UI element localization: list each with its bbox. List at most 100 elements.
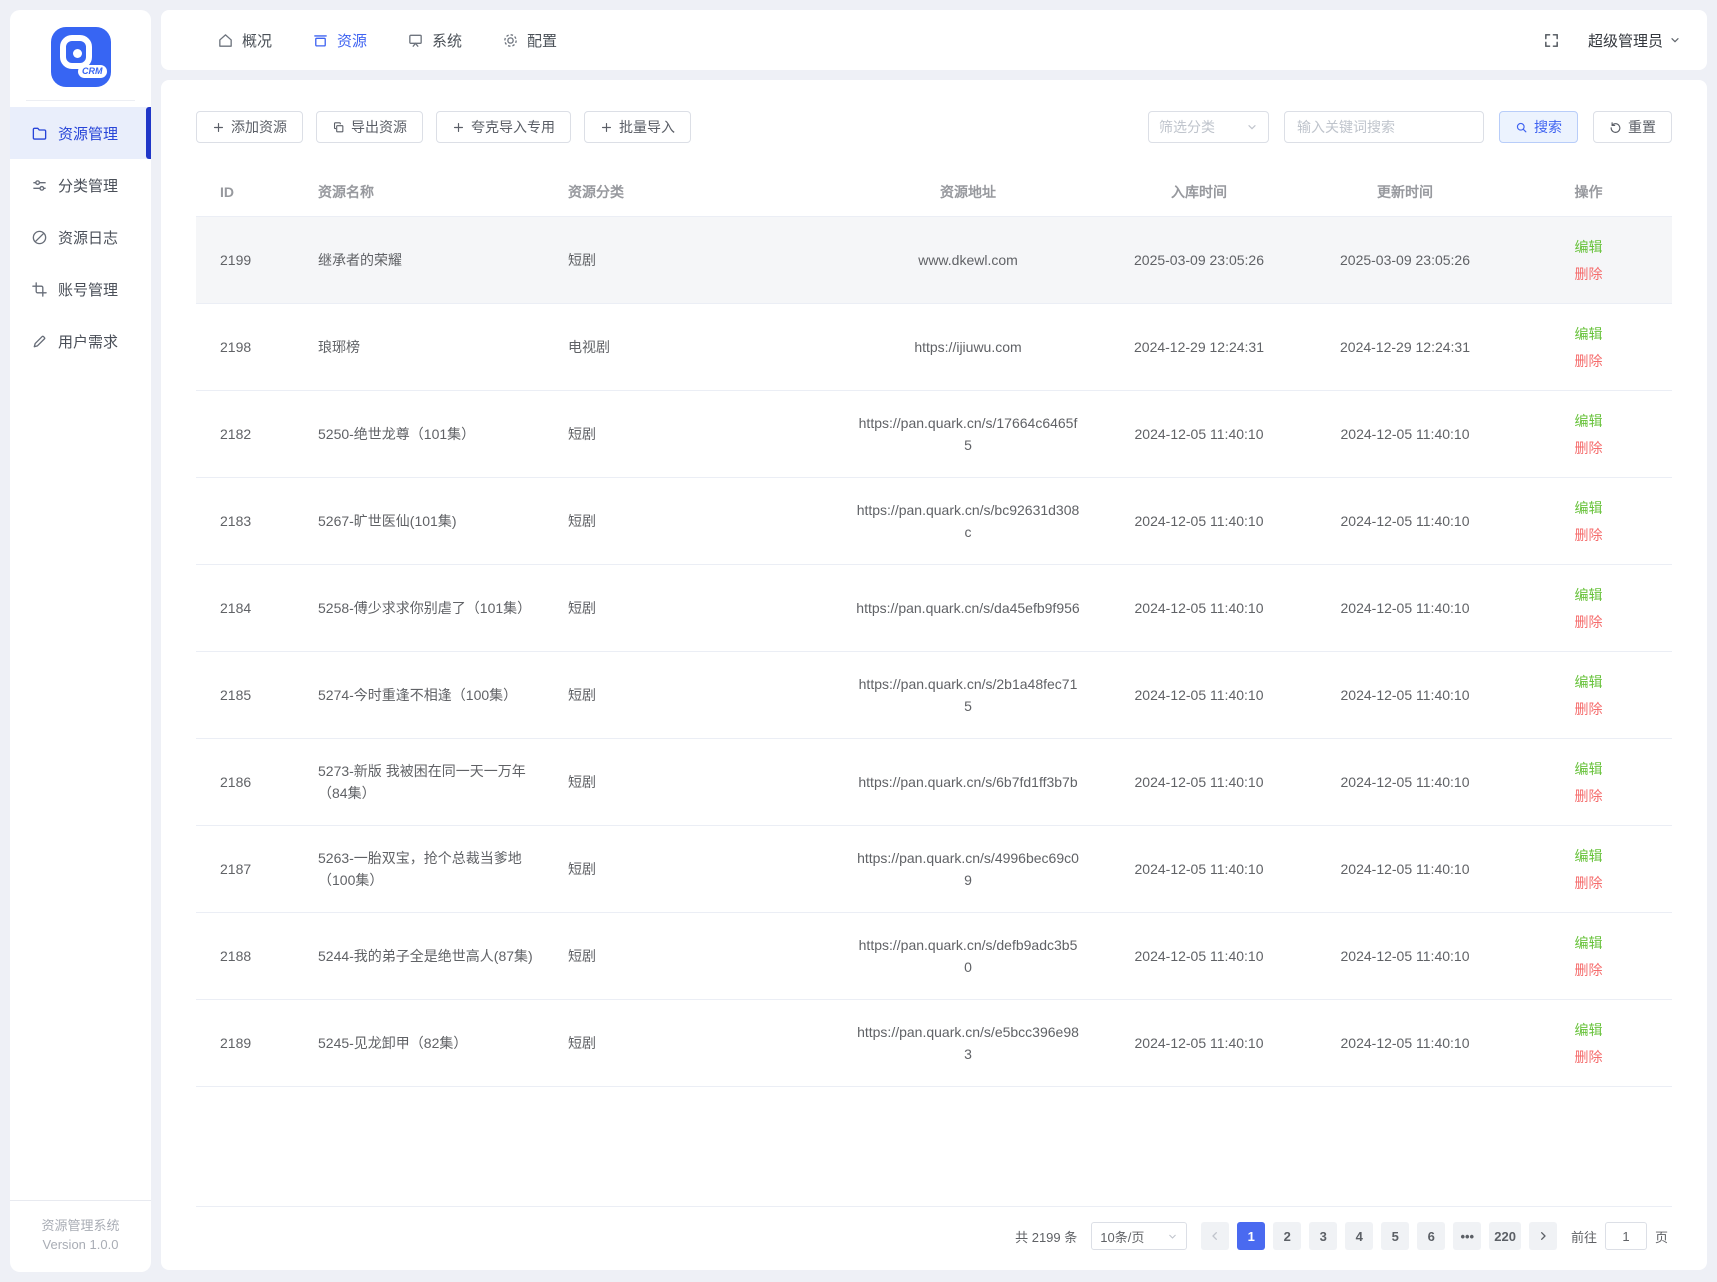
page-button-5[interactable]: 5 xyxy=(1381,1222,1409,1250)
edit-link[interactable]: 编辑 xyxy=(1575,1019,1603,1041)
row-updated: 2024-12-05 11:40:10 xyxy=(1305,854,1505,884)
export-resource-button[interactable]: 导出资源 xyxy=(316,111,423,143)
row-url: https://pan.quark.cn/s/2b1a48fec715 xyxy=(843,669,1093,721)
row-actions: 编辑删除 xyxy=(1505,841,1672,898)
delete-link[interactable]: 删除 xyxy=(1575,524,1603,546)
top-navigation: 概况 资源 系统 配置 xyxy=(217,30,557,51)
sidebar-item-account-management[interactable]: 账号管理 xyxy=(10,263,151,315)
delete-link[interactable]: 删除 xyxy=(1575,872,1603,894)
page-button-3[interactable]: 3 xyxy=(1309,1222,1337,1250)
keyword-search-input[interactable] xyxy=(1284,111,1484,143)
search-button[interactable]: 搜索 xyxy=(1499,111,1578,143)
row-url: https://pan.quark.cn/s/e5bcc396e983 xyxy=(843,1017,1093,1069)
sidebar-item-label: 资源日志 xyxy=(58,227,118,248)
row-url: https://pan.quark.cn/s/6b7fd1ff3b7b xyxy=(843,767,1093,797)
page-button-2[interactable]: 2 xyxy=(1273,1222,1301,1250)
page-button-6[interactable]: 6 xyxy=(1417,1222,1445,1250)
table-row: 21835267-旷世医仙(101集)短剧https://pan.quark.c… xyxy=(196,478,1672,565)
goto-page-input[interactable] xyxy=(1605,1222,1647,1250)
add-resource-label: 添加资源 xyxy=(231,117,287,137)
delete-link[interactable]: 删除 xyxy=(1575,959,1603,981)
edit-link[interactable]: 编辑 xyxy=(1575,932,1603,954)
delete-link[interactable]: 删除 xyxy=(1575,350,1603,372)
goto-page: 前往 页 xyxy=(1571,1222,1668,1250)
table-row: 21825250-绝世龙尊（101集）短剧https://pan.quark.c… xyxy=(196,391,1672,478)
next-page-button[interactable] xyxy=(1529,1222,1557,1250)
edit-link[interactable]: 编辑 xyxy=(1575,236,1603,258)
sidebar-item-category-management[interactable]: 分类管理 xyxy=(10,159,151,211)
delete-link[interactable]: 删除 xyxy=(1575,611,1603,633)
delete-link[interactable]: 删除 xyxy=(1575,437,1603,459)
nav-item-system[interactable]: 系统 xyxy=(407,30,462,51)
delete-link[interactable]: 删除 xyxy=(1575,263,1603,285)
table-header: ID 资源名称 资源分类 资源地址 入库时间 更新时间 操作 xyxy=(196,168,1672,217)
col-actions: 操作 xyxy=(1505,177,1672,207)
delete-link[interactable]: 删除 xyxy=(1575,785,1603,807)
sidebar-item-label: 资源管理 xyxy=(58,123,118,144)
row-created: 2024-12-05 11:40:10 xyxy=(1093,593,1305,623)
app-name: 资源管理系统 xyxy=(14,1216,147,1235)
goto-suffix: 页 xyxy=(1655,1227,1668,1246)
logo-divider xyxy=(26,100,135,101)
toolbar: 添加资源 导出资源 夸克导入专用 批量导入 筛选分类 xyxy=(196,111,1672,143)
page-button-1[interactable]: 1 xyxy=(1237,1222,1265,1250)
sidebar-item-user-demand[interactable]: 用户需求 xyxy=(10,315,151,367)
edit-link[interactable]: 编辑 xyxy=(1575,410,1603,432)
row-id: 2187 xyxy=(196,854,306,884)
row-name: 琅琊榜 xyxy=(306,332,556,362)
quark-import-button[interactable]: 夸克导入专用 xyxy=(436,111,571,143)
page-ellipsis[interactable]: ••• xyxy=(1453,1222,1481,1250)
app-version: Version 1.0.0 xyxy=(14,1235,147,1254)
nav-item-overview[interactable]: 概况 xyxy=(217,30,272,51)
row-category: 短剧 xyxy=(556,680,843,710)
sidebar-footer: 资源管理系统 Version 1.0.0 xyxy=(10,1200,151,1272)
prev-page-button[interactable] xyxy=(1201,1222,1229,1250)
chevron-down-icon xyxy=(1669,34,1681,46)
row-name: 5250-绝世龙尊（101集） xyxy=(306,419,556,449)
row-actions: 编辑删除 xyxy=(1505,667,1672,724)
sidebar-item-resource-log[interactable]: 资源日志 xyxy=(10,211,151,263)
col-category: 资源分类 xyxy=(556,177,843,207)
row-id: 2185 xyxy=(196,680,306,710)
plus-icon xyxy=(212,121,225,134)
sidebar-menu: 资源管理 分类管理 资源日志 账号管理 用户需求 xyxy=(10,107,151,367)
nav-item-config[interactable]: 配置 xyxy=(502,30,557,51)
add-resource-button[interactable]: 添加资源 xyxy=(196,111,303,143)
delete-link[interactable]: 删除 xyxy=(1575,698,1603,720)
pagination: 共 2199 条 10条/页 123456•••220 前往 页 xyxy=(196,1222,1672,1250)
row-updated: 2025-03-09 23:05:26 xyxy=(1305,245,1505,275)
delete-link[interactable]: 删除 xyxy=(1575,1046,1603,1068)
nav-item-resources[interactable]: 资源 xyxy=(312,30,367,51)
sidebar-item-resource-management[interactable]: 资源管理 xyxy=(10,107,151,159)
category-filter-select[interactable]: 筛选分类 xyxy=(1148,111,1269,143)
page-button-220[interactable]: 220 xyxy=(1489,1222,1521,1250)
row-url: https://pan.quark.cn/s/4996bec69c09 xyxy=(843,843,1093,895)
row-id: 2199 xyxy=(196,245,306,275)
page-button-4[interactable]: 4 xyxy=(1345,1222,1373,1250)
edit-link[interactable]: 编辑 xyxy=(1575,584,1603,606)
edit-link[interactable]: 编辑 xyxy=(1575,497,1603,519)
fullscreen-icon[interactable] xyxy=(1543,32,1560,49)
row-category: 短剧 xyxy=(556,419,843,449)
edit-link[interactable]: 编辑 xyxy=(1575,758,1603,780)
edit-link[interactable]: 编辑 xyxy=(1575,845,1603,867)
row-category: 电视剧 xyxy=(556,332,843,362)
sidebar-item-label: 用户需求 xyxy=(58,331,118,352)
logo-badge: CRM xyxy=(78,65,107,78)
page-size-select[interactable]: 10条/页 xyxy=(1091,1222,1187,1250)
logo: CRM xyxy=(10,10,151,100)
row-actions: 编辑删除 xyxy=(1505,319,1672,376)
batch-import-button[interactable]: 批量导入 xyxy=(584,111,691,143)
col-id: ID xyxy=(196,177,306,207)
user-menu[interactable]: 超级管理员 xyxy=(1588,30,1681,51)
table-body: 2199继承者的荣耀短剧www.dkewl.com2025-03-09 23:0… xyxy=(196,217,1672,1087)
row-created: 2024-12-05 11:40:10 xyxy=(1093,854,1305,884)
row-category: 短剧 xyxy=(556,245,843,275)
row-name: 5245-见龙卸甲（82集） xyxy=(306,1028,556,1058)
edit-link[interactable]: 编辑 xyxy=(1575,671,1603,693)
reset-button[interactable]: 重置 xyxy=(1593,111,1672,143)
row-name: 5274-今时重逢不相逢（100集） xyxy=(306,680,556,710)
edit-link[interactable]: 编辑 xyxy=(1575,323,1603,345)
nav-item-label: 资源 xyxy=(337,30,367,51)
row-id: 2198 xyxy=(196,332,306,362)
